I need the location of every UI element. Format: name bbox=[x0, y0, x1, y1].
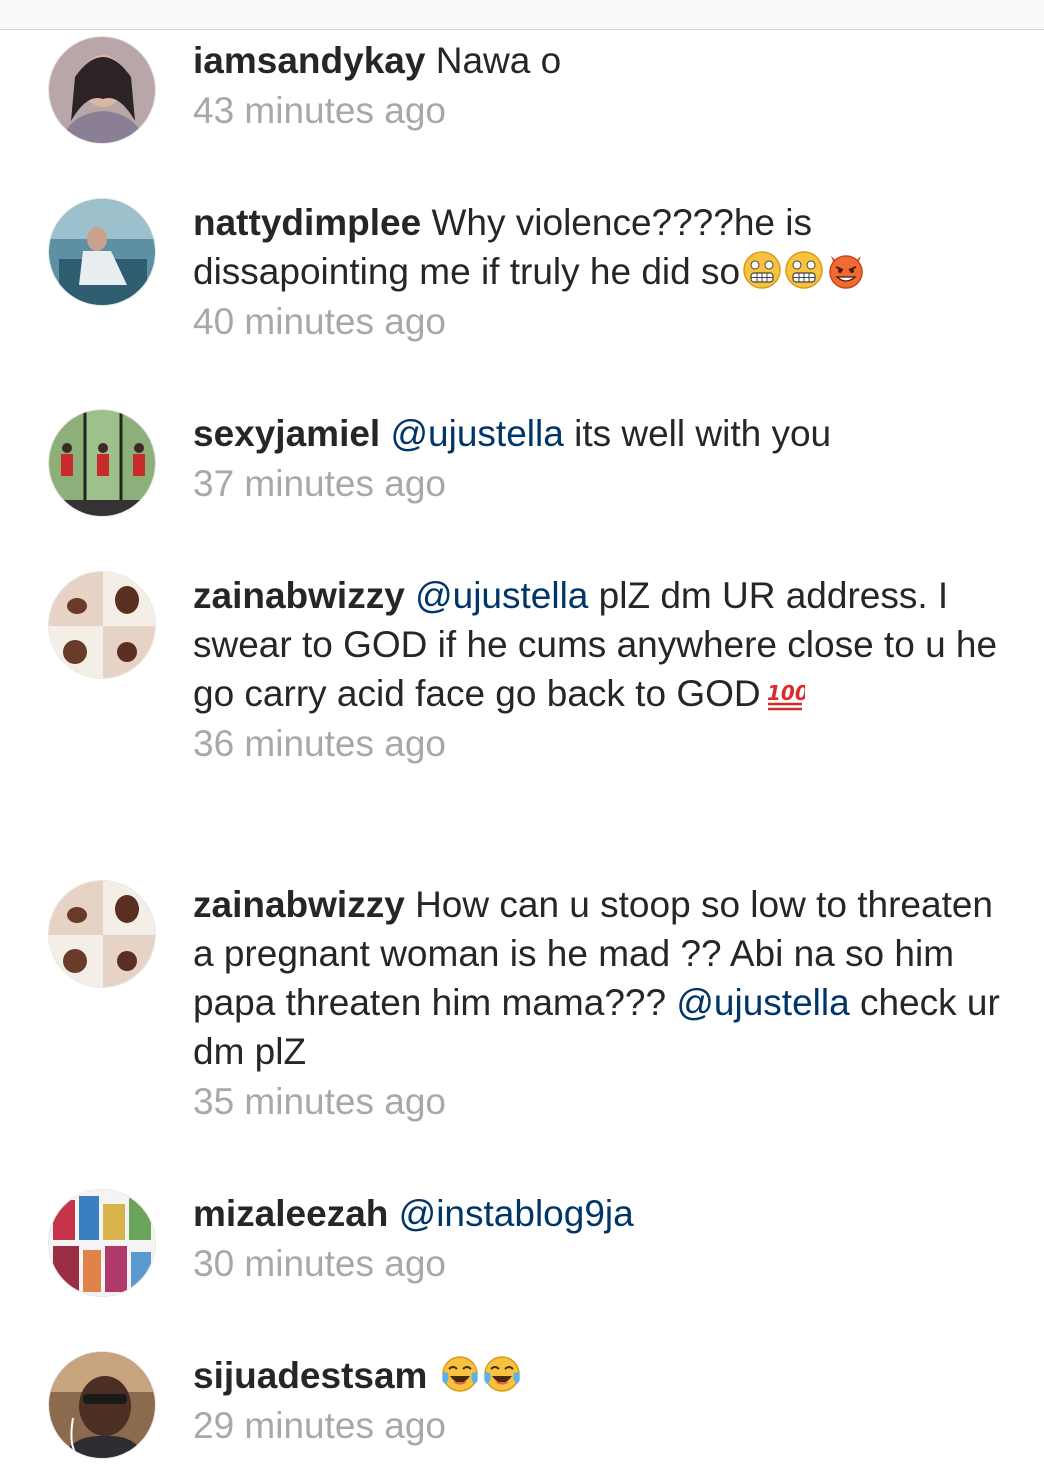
avatar[interactable] bbox=[48, 198, 156, 306]
avatar[interactable] bbox=[48, 409, 156, 517]
avatar-image bbox=[49, 1190, 155, 1296]
comment-text: its well with you bbox=[574, 413, 832, 454]
mention-link[interactable]: @ujustella bbox=[391, 413, 564, 454]
comment-timestamp: 30 minutes ago bbox=[193, 1243, 447, 1284]
comment-username[interactable]: sexyjamiel bbox=[193, 413, 380, 454]
comment-timestamp: 35 minutes ago bbox=[193, 1081, 447, 1122]
tears-of-joy-emoji bbox=[482, 1354, 522, 1394]
avatar-image bbox=[49, 572, 155, 678]
comment-username[interactable]: sijuadestsam bbox=[193, 1355, 427, 1396]
hundred-points-emoji: 100 bbox=[765, 676, 805, 712]
avatar[interactable] bbox=[48, 571, 156, 679]
comment-timestamp: 40 minutes ago bbox=[193, 301, 447, 342]
comment-username[interactable]: iamsandykay bbox=[193, 40, 425, 81]
comment-timestamp: 37 minutes ago bbox=[193, 463, 447, 504]
comment-timestamp: 36 minutes ago bbox=[193, 723, 447, 764]
grimacing-face-emoji bbox=[784, 250, 824, 290]
mention-link[interactable]: @ujustella bbox=[415, 575, 588, 616]
top-bar bbox=[0, 0, 1044, 30]
grimacing-face-emoji bbox=[742, 250, 782, 290]
tears-of-joy-emoji bbox=[440, 1354, 480, 1394]
avatar-image bbox=[49, 1352, 155, 1458]
avatar-image bbox=[49, 37, 155, 143]
avatar-image bbox=[49, 881, 155, 987]
svg-text:100: 100 bbox=[767, 681, 805, 705]
comment-timestamp: 29 minutes ago bbox=[193, 1405, 447, 1446]
comment-username[interactable]: zainabwizzy bbox=[193, 575, 405, 616]
comment-text: Nawa o bbox=[435, 40, 562, 81]
comment-username[interactable]: nattydimplee bbox=[193, 202, 421, 243]
avatar-image bbox=[49, 199, 155, 305]
comment-timestamp: 43 minutes ago bbox=[193, 90, 447, 131]
avatar[interactable] bbox=[48, 36, 156, 144]
comment-username[interactable]: zainabwizzy bbox=[193, 884, 405, 925]
avatar[interactable] bbox=[48, 1189, 156, 1297]
mention-link[interactable]: @instablog9ja bbox=[399, 1193, 634, 1234]
smiling-devil-emoji bbox=[826, 250, 866, 290]
avatar-image bbox=[49, 410, 155, 516]
avatar[interactable] bbox=[48, 1351, 156, 1459]
avatar[interactable] bbox=[48, 880, 156, 988]
comment-username[interactable]: mizaleezah bbox=[193, 1193, 388, 1234]
mention-link[interactable]: @ujustella bbox=[676, 982, 849, 1023]
